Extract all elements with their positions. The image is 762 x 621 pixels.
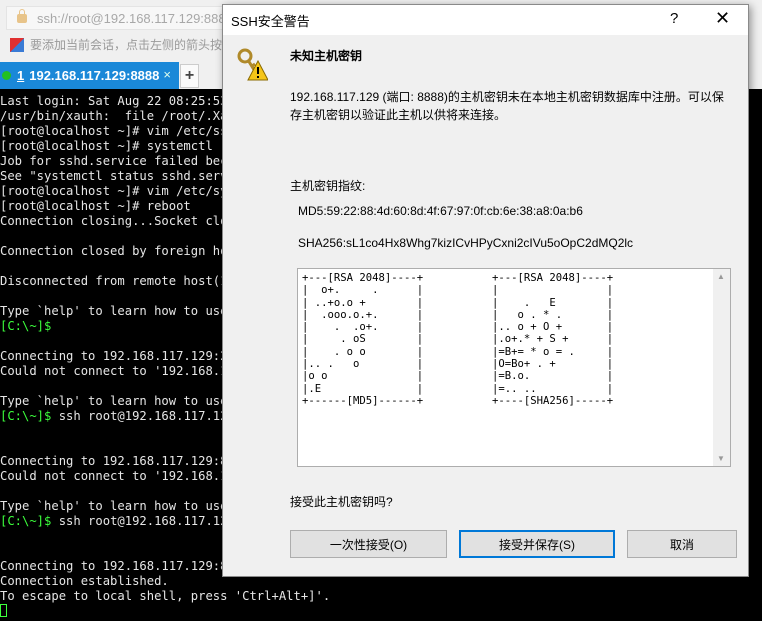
description-line-2: 存主机密钥以验证此主机以供将来连接。 bbox=[290, 108, 507, 122]
md5-randomart: +---[RSA 2048]----+ | o+. . | | ..+o.o +… bbox=[302, 272, 424, 407]
dialog-heading: 未知主机密钥 bbox=[290, 49, 363, 63]
terminal-cursor bbox=[0, 604, 7, 617]
scroll-up-icon[interactable]: ▲ bbox=[717, 272, 725, 281]
key-warning-icon bbox=[237, 48, 268, 81]
vertical-scrollbar[interactable]: ▲ ▼ bbox=[713, 269, 730, 466]
line-text: ssh root@192.168.117.129 bbox=[51, 514, 235, 528]
accept-once-button[interactable]: 一次性接受(O) bbox=[290, 530, 447, 558]
line-text: Disconnected from remote host(19 bbox=[0, 274, 235, 288]
cancel-button[interactable]: 取消 bbox=[627, 530, 737, 558]
info-text: 要添加当前会话，点击左侧的箭头按 bbox=[30, 38, 223, 52]
line-text: [root@localhost ~]# vim /etc/sys bbox=[0, 184, 235, 198]
help-button[interactable]: ? bbox=[670, 10, 678, 27]
fingerprint-label: 主机密钥指纹: bbox=[290, 179, 366, 193]
line-text: Connecting to 192.168.117.129:22 bbox=[0, 349, 235, 363]
line-text: [root@localhost ~]# reboot bbox=[0, 199, 191, 213]
connected-status-icon bbox=[2, 71, 11, 80]
line-text: [root@localhost ~]# vim /etc/ssh bbox=[0, 124, 235, 138]
prompt: [C:\~]$ bbox=[0, 319, 52, 333]
sha256-fingerprint: SHA256:sL1co4Hx8Whg7kizICvHPyCxni2cIVu5o… bbox=[298, 236, 634, 250]
line-text: Connecting to 192.168.117.129:88 bbox=[0, 454, 235, 468]
dialog-titlebar: SSH安全警告 ? ✕ bbox=[223, 5, 748, 35]
tab-label: 192.168.117.129:8888 bbox=[29, 68, 160, 83]
line-text: Connection closing...Socket clos bbox=[0, 214, 235, 228]
sha256-randomart: +---[RSA 2048]----+ | | | . E | | o . * … bbox=[492, 272, 614, 407]
line-text: Could not connect to '192.168.11 bbox=[0, 364, 235, 378]
randomart-box: +---[RSA 2048]----+ | o+. . | | ..+o.o +… bbox=[297, 268, 731, 467]
address-bar[interactable]: ssh://root@192.168.117.129:888 bbox=[6, 6, 246, 30]
line-text: Type `help' to learn how to use bbox=[0, 499, 228, 513]
ssh-security-dialog: SSH安全警告 ? ✕ 未知主机密钥 192.168.117.129 (端口: … bbox=[222, 4, 749, 577]
line-text: ssh root@192.168.117.129 bbox=[51, 409, 235, 423]
line-text: To escape to local shell, press 'Ctrl+Al… bbox=[0, 589, 331, 603]
line-text: Could not connect to '192.168.11 bbox=[0, 469, 235, 483]
line-text: See "systemctl status sshd.servi bbox=[0, 169, 235, 183]
close-button[interactable]: ✕ bbox=[715, 8, 730, 29]
terminal-line: To escape to local shell, press 'Ctrl+Al… bbox=[0, 589, 762, 604]
line-text: Last login: Sat Aug 22 08:25:53 bbox=[0, 94, 228, 108]
line-text: /usr/bin/xauth: file /root/.Xau bbox=[0, 109, 235, 123]
line-text: Connecting to 192.168.117.129:88 bbox=[0, 559, 235, 573]
tab-close-icon[interactable]: × bbox=[163, 67, 171, 82]
prompt: [C:\~]$ bbox=[0, 409, 52, 423]
address-text: ssh://root@192.168.117.129:888 bbox=[37, 10, 226, 26]
line-text: Type `help' to learn how to use bbox=[0, 304, 228, 318]
lock-icon bbox=[17, 8, 27, 23]
line-text: Type `help' to learn how to use bbox=[0, 394, 228, 408]
arrow-icon[interactable] bbox=[10, 37, 24, 52]
prompt: [C:\~]$ bbox=[0, 514, 52, 528]
add-tab-button[interactable]: + bbox=[180, 64, 199, 88]
accept-and-save-button[interactable]: 接受并保存(S) bbox=[459, 530, 615, 558]
info-bar: 要添加当前会话，点击左侧的箭头按 bbox=[10, 36, 222, 53]
line-text: Job for sshd.service failed beca bbox=[0, 154, 235, 168]
scroll-down-icon[interactable]: ▼ bbox=[717, 454, 725, 463]
tab-number: 1 bbox=[17, 68, 25, 83]
description-line-1: 192.168.117.129 (端口: 8888)的主机密钥未在本地主机密钥数… bbox=[290, 90, 724, 104]
tab-session[interactable]: 1 192.168.117.129:8888 × bbox=[0, 62, 179, 89]
dialog-title: SSH安全警告 bbox=[231, 13, 310, 29]
accept-question: 接受此主机密钥吗? bbox=[290, 495, 393, 509]
line-text: Connection closed by foreign hos bbox=[0, 244, 235, 258]
line-text: Connection established. bbox=[0, 574, 169, 588]
line-text: [root@localhost ~]# systemctl re bbox=[0, 139, 235, 153]
md5-fingerprint: MD5:59:22:88:4d:60:8d:4f:67:97:0f:cb:6e:… bbox=[298, 204, 583, 218]
